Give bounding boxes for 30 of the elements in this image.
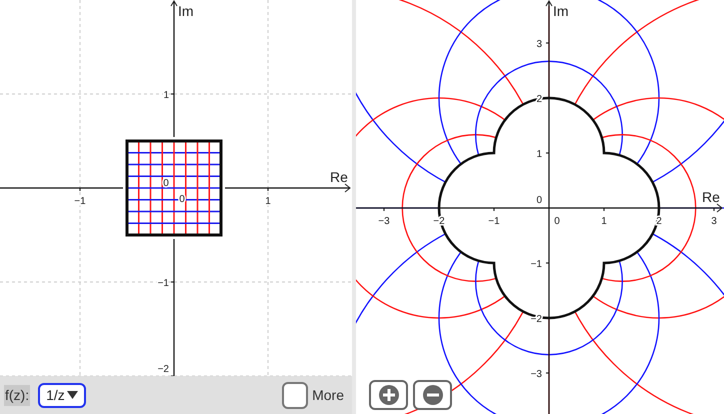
tick-label: −1 <box>74 196 86 207</box>
tick-label: 0 <box>554 216 560 227</box>
tick-label: 1 <box>163 90 169 101</box>
tick-label: 0 <box>163 178 169 189</box>
caret-icon <box>66 391 78 399</box>
tick-label: −3 <box>378 216 390 227</box>
axis-label: Re <box>702 189 720 205</box>
tick-label: −2 <box>158 364 169 375</box>
tick-label: 0 <box>536 195 542 206</box>
minus-icon <box>422 385 442 405</box>
tick-label: 1 <box>601 216 607 227</box>
tick-label: 3 <box>536 39 542 50</box>
more-checkbox[interactable] <box>282 382 308 408</box>
zoom-in-button[interactable] <box>369 380 408 410</box>
axis-label: Im <box>178 3 194 19</box>
plus-icon <box>378 385 398 405</box>
tick-label: −1 <box>530 259 542 270</box>
tick-label: 3 <box>711 216 717 227</box>
tick-label: −1 <box>158 278 169 289</box>
tick-label: 1 <box>536 149 542 160</box>
tick-label: −1 <box>488 216 500 227</box>
tick-label: −2 <box>530 314 542 325</box>
tick-label: 1 <box>265 196 271 207</box>
function-label: f(z): <box>4 384 30 406</box>
axis-label: Im <box>553 3 569 19</box>
function-dropdown[interactable]: 1/z <box>38 382 86 408</box>
axis-label: Re <box>330 169 348 185</box>
zoom-out-button[interactable] <box>413 380 452 410</box>
more-label: More <box>312 386 344 404</box>
tick-label: −3 <box>530 369 542 380</box>
